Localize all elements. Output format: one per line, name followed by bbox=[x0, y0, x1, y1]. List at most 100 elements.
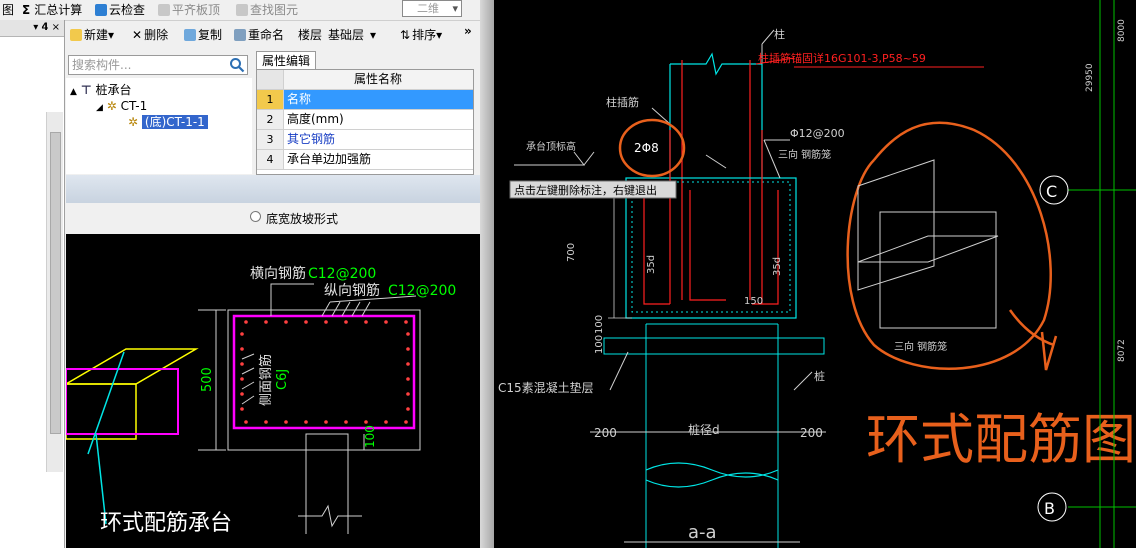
layer-pane: ▾ 𝟰 × ▲ bbox=[0, 20, 65, 548]
section-label: a-a bbox=[688, 522, 717, 543]
dim-150: 150 bbox=[744, 296, 763, 307]
search-input[interactable]: 搜索构件... bbox=[68, 55, 248, 75]
preview-caption: 环式配筋承台 bbox=[100, 511, 232, 536]
tree-expand-icon: ◢ bbox=[96, 103, 103, 113]
sigma-icon: Σ bbox=[22, 3, 31, 17]
rename-button[interactable]: 重命名 bbox=[234, 27, 284, 43]
tree-node-root[interactable]: ▲ ⊤ 桩承台 bbox=[70, 82, 132, 98]
new-icon bbox=[70, 29, 82, 41]
side-label: 侧面钢筋 bbox=[258, 354, 274, 406]
property-row[interactable]: 4 承台单边加强筋 bbox=[257, 150, 473, 170]
dim-100-upper: 100 bbox=[594, 315, 605, 334]
view-mode-select[interactable]: 二维 ▾ bbox=[402, 0, 462, 17]
ring-3d-sketch bbox=[857, 159, 999, 329]
three-way-label-1: 三向 钢筋笼 bbox=[778, 148, 831, 161]
cap-bars bbox=[643, 130, 779, 305]
delete-button[interactable]: ✕ 删除 bbox=[132, 27, 168, 43]
config-bar bbox=[66, 175, 480, 203]
tree-expand-icon: ▲ bbox=[70, 87, 77, 97]
copy-icon bbox=[184, 29, 196, 41]
column-outline bbox=[669, 52, 763, 178]
tab-property-edit[interactable]: 属性编辑 bbox=[256, 51, 316, 70]
gear-icon: ✲ bbox=[106, 99, 117, 113]
cap-3d-rebar bbox=[66, 368, 179, 435]
pile-break-bottom bbox=[645, 472, 779, 488]
cad-canvas[interactable]: 柱 柱插筋锚固详16G101-3,P58~59 700 35d 35d 150 … bbox=[494, 0, 1136, 548]
cap-annot-lines bbox=[608, 194, 632, 319]
dim-8072: 8072 bbox=[1117, 339, 1127, 362]
hbar-label: 横向钢筋 bbox=[250, 265, 306, 282]
chevron-down-icon: ▾ bbox=[370, 28, 377, 42]
vbar-leaders bbox=[321, 295, 417, 317]
dim-500: 500 bbox=[200, 367, 215, 392]
three-way-label-2: 三向 钢筋笼 bbox=[894, 340, 947, 353]
toolbar-align-top-button[interactable]: 平齐板顶 bbox=[158, 2, 220, 18]
pile-cap-preview: 横向钢筋 C12@200 纵向钢筋 C12@200 侧面钢筋 C6J 500 1… bbox=[66, 234, 480, 548]
floor-label: 楼层 bbox=[298, 28, 323, 42]
new-button[interactable]: 新建▾ bbox=[70, 27, 114, 43]
axis-b-label: B bbox=[1044, 499, 1055, 518]
slope-radio[interactable] bbox=[250, 211, 261, 222]
toolbar-sum-button[interactable]: Σ 汇总计算 bbox=[22, 2, 82, 18]
pane-header: ▾ 𝟰 × bbox=[0, 20, 64, 37]
top-elev-label: 承台顶标高 bbox=[526, 140, 576, 153]
find-icon bbox=[236, 4, 248, 16]
pile-break-top bbox=[645, 462, 779, 478]
cloud-check-icon bbox=[95, 4, 107, 16]
property-row[interactable]: 3 其它钢筋 bbox=[257, 130, 473, 150]
dim-29950: 29950 bbox=[1085, 63, 1095, 92]
sort-button[interactable]: ⇅ 排序▾ bbox=[400, 27, 442, 43]
anchor-note: 柱插筋锚固详16G101-3,P58~59 bbox=[758, 51, 926, 65]
toolbar-cloud-check-button[interactable]: 云检查 bbox=[95, 2, 145, 18]
chevron-down-icon: ▾ bbox=[436, 28, 443, 42]
pile-break bbox=[298, 504, 362, 528]
search-icon[interactable] bbox=[228, 56, 246, 74]
pane-scrollbar[interactable] bbox=[46, 112, 63, 472]
pin-icon[interactable]: ▾ 𝟰 × bbox=[33, 22, 64, 33]
gear-icon: ✲ bbox=[128, 115, 139, 129]
hbar-leader bbox=[270, 283, 314, 316]
cap-stirrup bbox=[631, 181, 791, 313]
cap-3d-front bbox=[66, 383, 137, 440]
vbar-spec: C12@200 bbox=[388, 283, 456, 299]
floor-select[interactable]: 基础层 ▾ bbox=[328, 27, 376, 43]
property-grid: 属性名称 1 名称 2 高度(mm) 3 其它钢筋 4 承台单边加强筋 bbox=[256, 69, 474, 175]
tree-node-leaf[interactable]: ✲ (底)CT-1-1 bbox=[128, 114, 208, 130]
dim-700: 700 bbox=[566, 243, 577, 262]
property-row[interactable]: 1 名称 bbox=[257, 90, 473, 110]
toolbar-overflow-icon[interactable]: » bbox=[464, 23, 472, 39]
stirrup-label: Φ12@200 bbox=[790, 127, 845, 140]
chevron-down-icon: ▾ bbox=[452, 2, 458, 15]
dim-100: 100 bbox=[363, 425, 377, 448]
ring-title: 环式配筋图 bbox=[866, 408, 1136, 471]
dim-200-left: 200 bbox=[594, 426, 617, 440]
highlight-circle-large bbox=[846, 121, 1052, 370]
component-toolbar: 新建▾ ✕ 删除 复制 重命名 楼层 基础层 ▾ ⇅ 排序▾ » bbox=[66, 22, 480, 46]
dim-200-right: 200 bbox=[800, 426, 823, 440]
property-row[interactable]: 2 高度(mm) bbox=[257, 110, 473, 130]
component-tree: ▲ ⊤ 桩承台 ◢ ✲ CT-1 ✲ (底)CT-1-1 bbox=[66, 78, 252, 174]
pile-label: 桩 bbox=[814, 369, 825, 383]
sort-icon: ⇅ bbox=[400, 28, 411, 42]
property-name-header: 属性名称 bbox=[353, 72, 402, 86]
pile-cap-icon: ⊤ bbox=[80, 83, 92, 97]
close-icon: ✕ bbox=[132, 28, 143, 42]
side-leaders bbox=[241, 353, 255, 405]
pile-bar-label: 柱插筋 bbox=[606, 95, 639, 109]
tree-node-child[interactable]: ◢ ✲ CT-1 bbox=[96, 98, 147, 114]
align-top-icon bbox=[158, 4, 170, 16]
window-separator[interactable] bbox=[480, 0, 494, 548]
property-header-row: 属性名称 bbox=[257, 70, 473, 90]
toolbar-find-button[interactable]: 查找图元 bbox=[236, 2, 298, 18]
cad-tooltip-text: 点击左键删除标注，右键退出 bbox=[514, 183, 657, 197]
dim-35d-left: 35d bbox=[646, 255, 657, 274]
toolbar-item-view[interactable]: 图 bbox=[2, 2, 14, 18]
top-elev-marker bbox=[514, 151, 586, 166]
dim-100-lower: 100 bbox=[594, 335, 605, 354]
pane-scroll-thumb[interactable] bbox=[50, 132, 61, 434]
copy-button[interactable]: 复制 bbox=[184, 27, 222, 43]
cushion-label: C15素混凝土垫层 bbox=[498, 380, 594, 395]
axis-c-label: C bbox=[1046, 182, 1057, 201]
cap-body bbox=[625, 177, 797, 319]
column-bars bbox=[681, 60, 751, 300]
